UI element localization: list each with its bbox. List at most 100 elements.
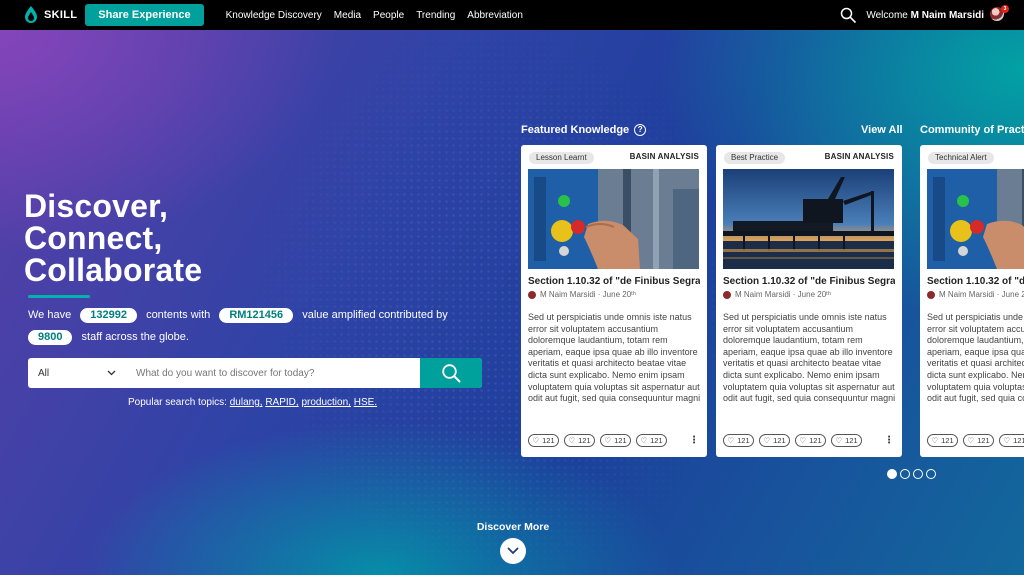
stats-row-1: We have 132992 contents with RM121456 va… bbox=[28, 306, 468, 325]
heart-icon: ♡ bbox=[640, 436, 648, 445]
author-avatar bbox=[528, 290, 536, 299]
nav-abbreviation[interactable]: Abbreviation bbox=[467, 10, 523, 21]
card-thumbnail bbox=[927, 169, 1024, 269]
headline-underline bbox=[28, 295, 90, 298]
heart-icon: ♡ bbox=[568, 436, 576, 445]
hero-headline: Discover, Connect, Collaborate bbox=[24, 190, 202, 286]
brand-name: SKILL bbox=[44, 9, 78, 21]
card-author: M Naim Marsidi bbox=[540, 290, 596, 299]
meta-separator: · bbox=[595, 290, 603, 299]
card-meta: M Naim Marsidi · June 20ᵗʰ bbox=[723, 290, 831, 299]
chevron-down-icon bbox=[107, 370, 116, 376]
card-title[interactable]: Section 1.10.32 of "de Finibus Segra.. bbox=[927, 276, 1024, 287]
card-excerpt: Sed ut perspiciatis unde omnis iste natu… bbox=[528, 312, 701, 404]
knowledge-card[interactable]: Lesson Learnt BASIN ANALYSIS Section 1.1… bbox=[521, 145, 707, 457]
reaction-count: 121 bbox=[809, 436, 822, 445]
reaction-button[interactable]: ♡ 121 bbox=[636, 434, 667, 447]
heart-icon: ♡ bbox=[763, 436, 771, 445]
more-icon[interactable]: ⋮ bbox=[884, 435, 894, 446]
reaction-button[interactable]: ♡ 121 bbox=[759, 434, 790, 447]
notification-badge[interactable]: 3 bbox=[1001, 5, 1009, 13]
headline-line-2: Connect, bbox=[24, 220, 163, 256]
card-meta: M Naim Marsidi · June 20ᵗʰ bbox=[528, 290, 636, 299]
carousel-dot-3[interactable] bbox=[913, 469, 923, 479]
reaction-button[interactable]: ♡ 121 bbox=[831, 434, 862, 447]
topic-link-production[interactable]: production, bbox=[301, 397, 350, 408]
carousel-dot-1[interactable] bbox=[887, 469, 897, 479]
reaction-count: 121 bbox=[1013, 436, 1024, 445]
carousel-dot-2[interactable] bbox=[900, 469, 910, 479]
help-icon[interactable]: ? bbox=[634, 124, 647, 136]
card-date: June 20ᵗʰ bbox=[797, 290, 831, 299]
heart-icon: ♡ bbox=[835, 436, 843, 445]
stats-text-1: We have bbox=[28, 309, 72, 321]
reaction-count: 121 bbox=[737, 436, 750, 445]
reaction-button[interactable]: ♡ 121 bbox=[564, 434, 595, 447]
more-icon[interactable]: ⋮ bbox=[689, 435, 699, 446]
card-title[interactable]: Section 1.10.32 of "de Finibus Segra.. bbox=[723, 276, 895, 287]
heart-icon: ♡ bbox=[532, 436, 540, 445]
topic-link-hse[interactable]: HSE. bbox=[354, 397, 377, 408]
card-author: M Naim Marsidi bbox=[735, 290, 791, 299]
discover-more-label[interactable]: Discover More bbox=[470, 521, 556, 533]
reaction-count: 121 bbox=[578, 436, 591, 445]
category-select[interactable]: All bbox=[28, 358, 126, 388]
heart-icon: ♡ bbox=[799, 436, 807, 445]
reaction-count: 121 bbox=[542, 436, 555, 445]
reaction-button[interactable]: ♡ 121 bbox=[723, 434, 754, 447]
author-avatar bbox=[927, 290, 935, 299]
author-avatar bbox=[723, 290, 731, 299]
share-experience-button[interactable]: Share Experience bbox=[85, 4, 204, 26]
search-button[interactable] bbox=[420, 358, 482, 388]
community-of-practice-heading[interactable]: Community of Practice bbox=[920, 124, 1024, 136]
value-badge: RM121456 bbox=[219, 307, 294, 323]
user-area: Welcome M Naim Marsidi 3 bbox=[840, 5, 1009, 23]
search-icon[interactable] bbox=[840, 7, 857, 23]
card-title[interactable]: Section 1.10.32 of "de Finibus Segra.. bbox=[528, 276, 700, 287]
carousel-dot-4[interactable] bbox=[926, 469, 936, 479]
nav-media[interactable]: Media bbox=[334, 10, 361, 21]
reaction-button[interactable]: ♡ 121 bbox=[528, 434, 559, 447]
knowledge-card[interactable]: Technical Alert Section 1.10.32 of "de F… bbox=[920, 145, 1024, 457]
search-input[interactable] bbox=[126, 358, 420, 388]
card-meta: M Naim Marsidi · June 20ᵗʰ bbox=[927, 290, 1024, 299]
meta-separator: · bbox=[994, 290, 1002, 299]
nav-knowledge-discovery[interactable]: Knowledge Discovery bbox=[226, 10, 322, 21]
card-date: June 20ᵗʰ bbox=[602, 290, 636, 299]
knowledge-card[interactable]: Best Practice BASIN ANALYSIS Section 1.1… bbox=[716, 145, 902, 457]
heart-icon: ♡ bbox=[1003, 436, 1011, 445]
stats-text-2: contents with bbox=[146, 309, 211, 321]
heart-icon: ♡ bbox=[967, 436, 975, 445]
reaction-count: 121 bbox=[941, 436, 954, 445]
reaction-count: 121 bbox=[650, 436, 663, 445]
welcome-text: Welcome M Naim Marsidi bbox=[866, 10, 984, 21]
headline-line-1: Discover, bbox=[24, 188, 169, 224]
reaction-button[interactable]: ♡ 121 bbox=[927, 434, 958, 447]
stats-row-2: 9800 staff across the globe. bbox=[28, 328, 468, 347]
topic-link-rapid[interactable]: RAPID, bbox=[265, 397, 298, 408]
welcome-prefix: Welcome bbox=[866, 9, 908, 21]
nav-trending[interactable]: Trending bbox=[416, 10, 455, 21]
card-reactions: ♡121 ♡121 ♡121 ♡121 bbox=[927, 434, 1024, 447]
scroll-down-button[interactable] bbox=[500, 538, 526, 564]
card-author: M Naim Marsidi bbox=[939, 290, 995, 299]
nav-people[interactable]: People bbox=[373, 10, 404, 21]
logo[interactable]: SKILL bbox=[24, 6, 77, 24]
card-category: BASIN ANALYSIS bbox=[824, 152, 894, 161]
avatar[interactable]: 3 bbox=[990, 5, 1009, 23]
topic-link-dulang[interactable]: dulang, bbox=[230, 397, 263, 408]
featured-title: Featured Knowledge bbox=[521, 124, 630, 136]
reaction-button[interactable]: ♡ 121 bbox=[795, 434, 826, 447]
reaction-button[interactable]: ♡ 121 bbox=[600, 434, 631, 447]
popular-topics: Popular search topics: dulang, RAPID, pr… bbox=[128, 397, 377, 408]
card-excerpt: Sed ut perspiciatis unde omnis iste natu… bbox=[927, 312, 1024, 404]
headline-line-3: Collaborate bbox=[24, 252, 203, 288]
reaction-button[interactable]: ♡ 121 bbox=[963, 434, 994, 447]
view-all-link[interactable]: View All bbox=[861, 124, 903, 136]
carousel-pagination bbox=[887, 469, 936, 479]
reaction-button[interactable]: ♡ 121 bbox=[999, 434, 1024, 447]
reaction-count: 121 bbox=[773, 436, 786, 445]
card-excerpt: Sed ut perspiciatis unde omnis iste natu… bbox=[723, 312, 896, 404]
card-category: BASIN ANALYSIS bbox=[629, 152, 699, 161]
user-name[interactable]: M Naim Marsidi bbox=[911, 10, 984, 21]
